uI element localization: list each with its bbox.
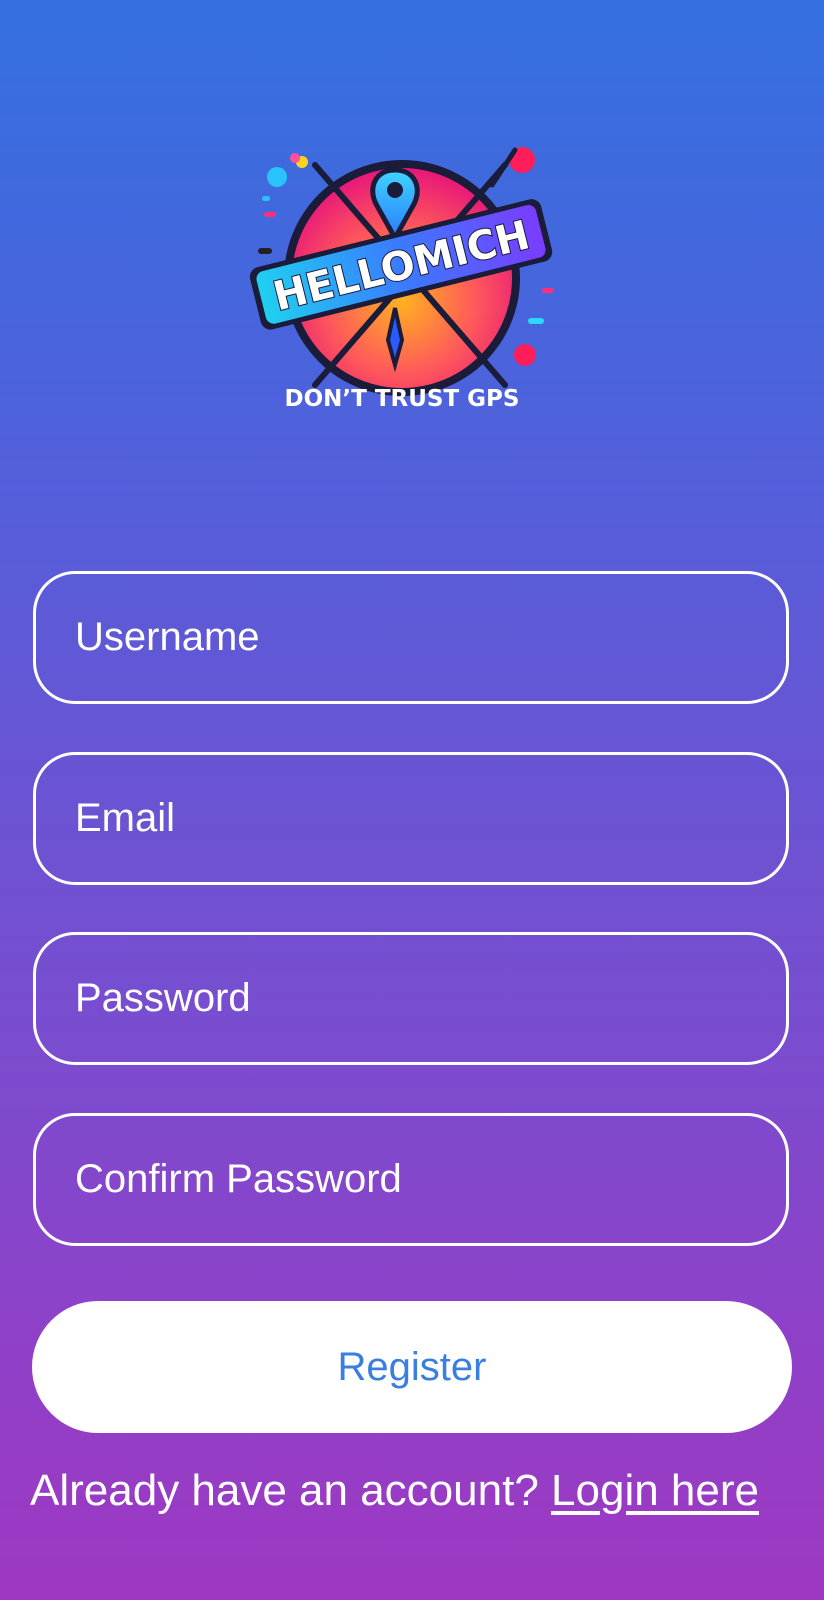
email-input[interactable] (33, 752, 789, 885)
login-prompt: Already have an account? Login here (30, 1466, 810, 1516)
hellomich-logo: HELLOMICH DON’T TRUST GPS (249, 147, 554, 412)
logo-tagline: DON’T TRUST GPS (285, 386, 520, 412)
register-button[interactable]: Register (32, 1301, 792, 1433)
confirm-password-input[interactable] (33, 1113, 789, 1246)
login-link[interactable]: Login here (551, 1466, 759, 1515)
login-prompt-text: Already have an account? (30, 1466, 539, 1515)
username-input[interactable] (33, 571, 789, 704)
password-input[interactable] (33, 932, 789, 1065)
